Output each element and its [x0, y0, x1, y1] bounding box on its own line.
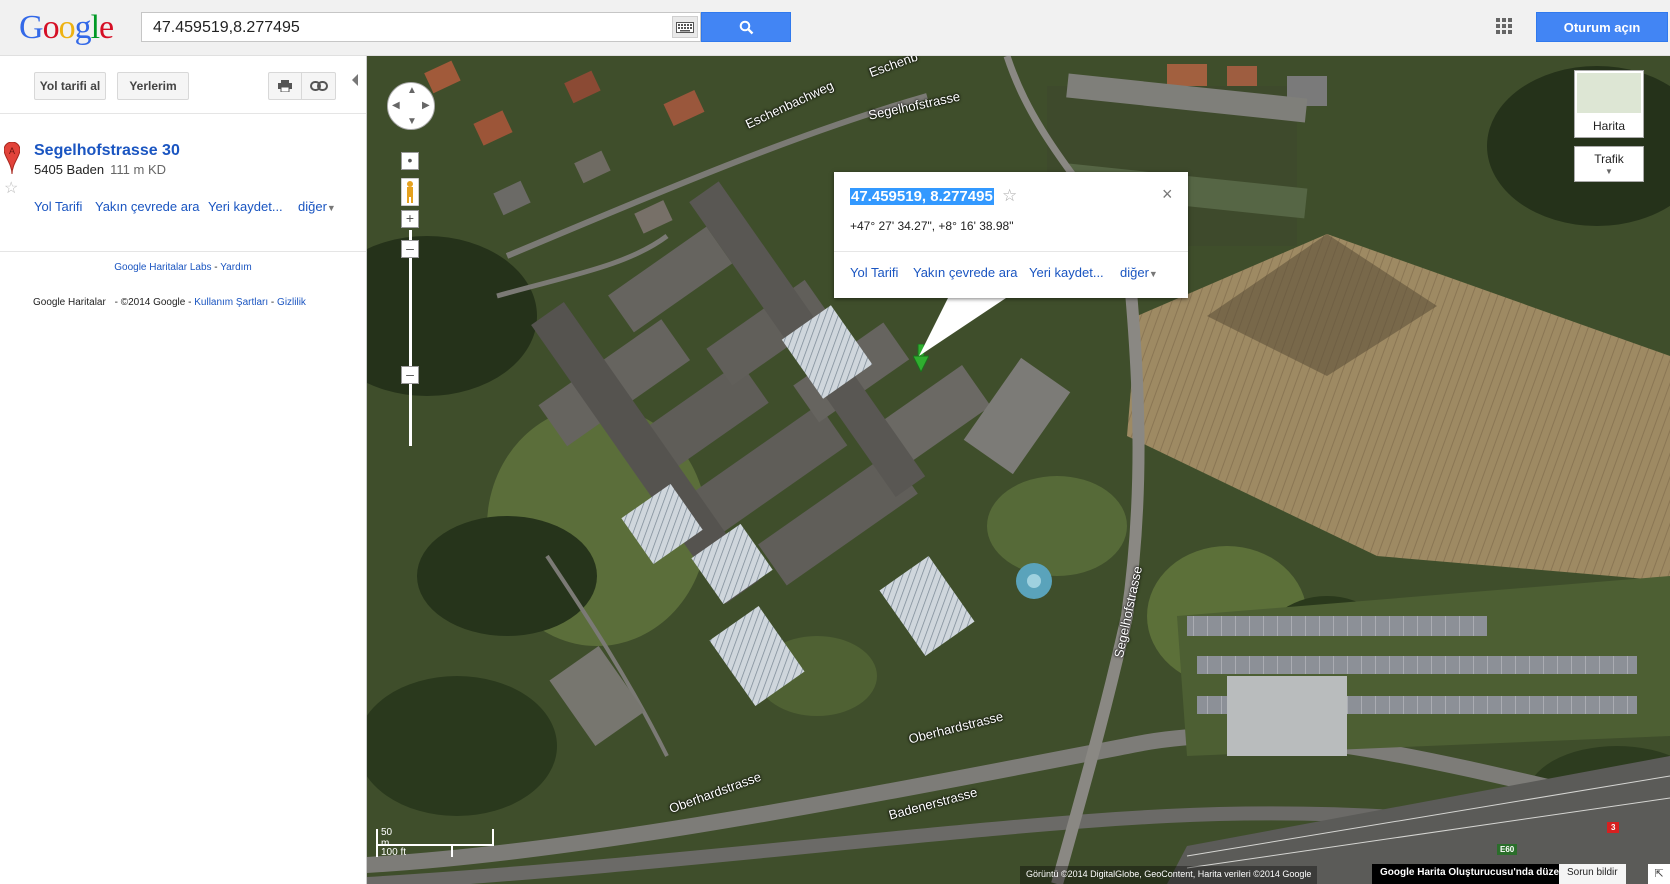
distance-text: 111 m KD [110, 162, 166, 177]
star-icon[interactable]: ☆ [4, 178, 18, 198]
search-button[interactable] [701, 12, 791, 42]
footer-legal: Google Haritalar - ©2014 Google - Kullan… [33, 297, 306, 308]
result-address: 5405 Baden 111 m KD [34, 162, 166, 177]
map-canvas[interactable]: Eschenbachweg Segelhofstrasse Segelhofst… [367, 56, 1670, 884]
my-places-button[interactable]: Yerlerim [117, 72, 189, 100]
pan-down-icon[interactable]: ▼ [407, 117, 417, 127]
labs-link[interactable]: Google Haritalar Labs [114, 262, 211, 273]
map-type-button[interactable]: Harita [1574, 70, 1644, 138]
link-button[interactable] [301, 72, 336, 100]
zoom-in-button[interactable]: + [401, 210, 419, 228]
directions-link[interactable]: Yol Tarifi [850, 265, 898, 280]
pan-left-icon[interactable]: ◀ [392, 101, 400, 111]
report-problem-link[interactable]: Sorun bildir [1559, 864, 1626, 884]
keyboard-icon [676, 21, 694, 33]
logo-letter: o [42, 9, 60, 46]
road-badge-e60: E60 [1497, 844, 1518, 855]
keyboard-button[interactable] [672, 16, 698, 38]
zoom-slider-thumb[interactable]: – [401, 240, 419, 258]
reset-view-icon[interactable]: • [401, 152, 419, 170]
close-icon[interactable]: × [1162, 184, 1173, 205]
logo-letter: g [74, 9, 92, 46]
divider [0, 251, 366, 252]
get-directions-button[interactable]: Yol tarifi al [34, 72, 106, 100]
collapse-arrow-icon[interactable] [352, 74, 358, 86]
print-button[interactable] [268, 72, 302, 100]
coordinates-title[interactable]: 47.459519, 8.277495 [850, 188, 994, 205]
zoom-out-button[interactable]: – [401, 366, 419, 384]
more-label: diğer [298, 199, 327, 214]
star-icon[interactable]: ☆ [1002, 186, 1017, 206]
scale-imperial: 100 ft [381, 847, 407, 858]
privacy-link[interactable]: Gizlilik [277, 297, 306, 308]
print-icon [278, 80, 292, 92]
info-window: 47.459519, 8.277495 ☆ × +47° 27' 34.27",… [834, 172, 1188, 298]
separator: - [211, 262, 221, 273]
directions-link[interactable]: Yol Tarifi [34, 199, 82, 214]
sign-in-button[interactable]: Oturum açın [1536, 12, 1668, 42]
info-window-tail [919, 296, 1009, 356]
terms-link[interactable]: Kullanım Şartları [194, 297, 268, 308]
search-icon [739, 20, 753, 34]
scale-lines [376, 829, 494, 857]
sidebar: Yol tarifi al Yerlerim A ☆ Segelhofstras… [0, 56, 367, 884]
chevron-down-icon: ▼ [1605, 167, 1613, 176]
divider [0, 113, 366, 114]
logo-letter: l [90, 9, 101, 46]
save-place-link[interactable]: Yeri kaydet... [1029, 265, 1104, 280]
road-badge-3: 3 [1607, 822, 1620, 833]
chevron-down-icon: ▼ [326, 203, 336, 213]
more-label: diğer [1120, 265, 1149, 280]
mapmaker-edit-link[interactable]: Google Harita Oluşturucusu'nda düzenle [1372, 864, 1582, 884]
pan-right-icon[interactable]: ▶ [422, 101, 430, 111]
marker-a-icon[interactable]: A [4, 142, 20, 174]
map-thumbnail [1577, 73, 1641, 113]
logo-letter: G [19, 9, 44, 46]
chevron-down-icon: ▼ [1148, 269, 1158, 279]
search-nearby-link[interactable]: Yakın çevrede ara [913, 265, 1018, 280]
more-link[interactable]: diğer▼ [298, 199, 336, 214]
pan-up-icon[interactable]: ▲ [407, 86, 417, 96]
pegman-icon[interactable] [401, 178, 419, 206]
map-attribution: Görüntü ©2014 DigitalGlobe, GeoContent, … [1020, 866, 1318, 884]
more-link[interactable]: diğer▼ [1120, 265, 1158, 280]
logo-letter: o [58, 9, 76, 46]
brand-text: Google Haritalar [33, 297, 106, 308]
divider [834, 251, 1188, 252]
save-place-link[interactable]: Yeri kaydet... [208, 199, 283, 214]
copyright-text: - ©2014 Google [111, 297, 186, 308]
map-type-label: Harita [1592, 119, 1625, 133]
top-bar: Google Oturum açın [0, 0, 1670, 56]
footer-links: Google Haritalar Labs - Yardım [0, 262, 366, 273]
marker-letter: A [9, 146, 15, 156]
result-title[interactable]: Segelhofstrasse 30 [34, 142, 180, 160]
scale-metric: 50 m [381, 827, 393, 849]
expand-icon[interactable]: ⇱ [1648, 864, 1670, 884]
traffic-label: Trafik [1594, 152, 1624, 166]
help-link[interactable]: Yardım [220, 262, 252, 273]
address-text: 5405 Baden [34, 162, 105, 177]
apps-grid-icon[interactable] [1496, 18, 1512, 34]
traffic-button[interactable]: Trafik ▼ [1574, 146, 1644, 182]
zoom-slider-track[interactable] [409, 230, 412, 446]
search-box [141, 12, 701, 42]
search-input[interactable] [151, 14, 635, 42]
search-nearby-link[interactable]: Yakın çevrede ara [95, 199, 200, 214]
link-icon [309, 81, 328, 91]
pan-control[interactable]: ▲ ▼ ◀ ▶ [387, 82, 435, 130]
google-logo[interactable]: Google [19, 8, 114, 48]
dms-coordinates: +47° 27' 34.27", +8° 16' 38.98" [850, 219, 1014, 233]
logo-letter: e [99, 9, 114, 46]
